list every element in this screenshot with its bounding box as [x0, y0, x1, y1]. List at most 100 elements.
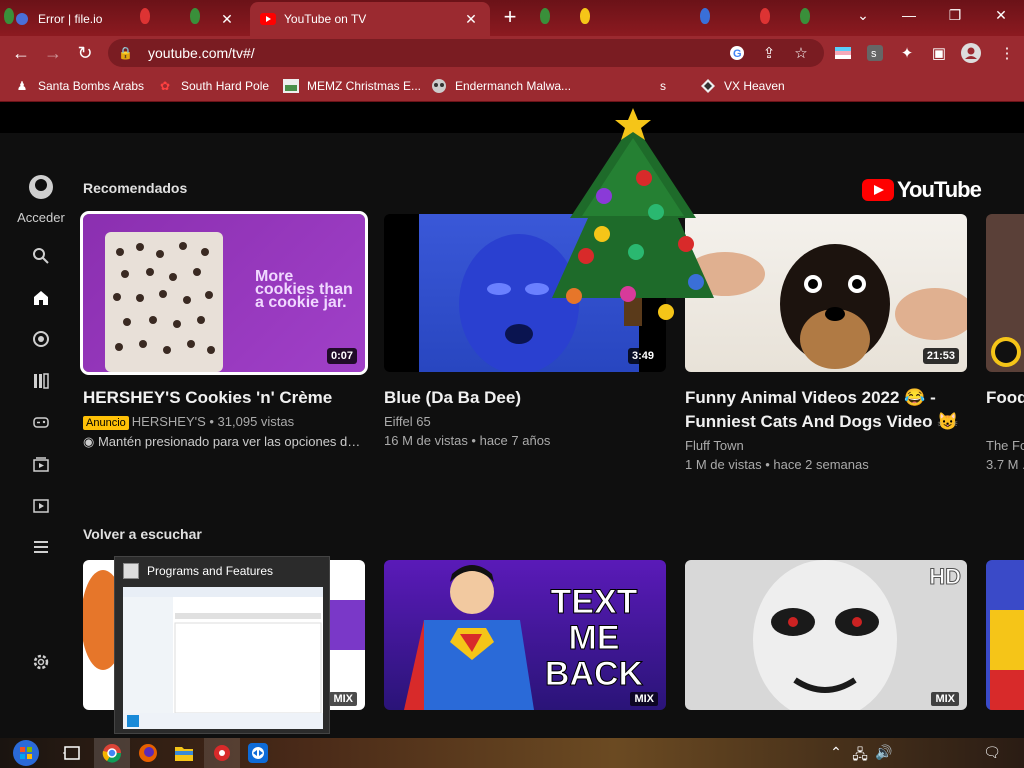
playlist-icon[interactable] [29, 494, 53, 518]
back-icon[interactable]: ← [8, 40, 34, 66]
tab-youtube-tv[interactable]: YouTube on TV ✕ [250, 2, 490, 36]
firefox-icon[interactable] [130, 738, 166, 768]
ad-badge: Anuncio [83, 416, 129, 430]
channel-views: HERSHEY'S • 31,095 vistas [131, 414, 295, 429]
vx-icon [700, 78, 716, 94]
video-thumbnail[interactable]: More cookies than a cookie jar. 0:07 [80, 211, 368, 375]
restore-button[interactable]: ❐ [932, 0, 978, 30]
thumbnail-text: More cookies than a cookie jar. [255, 268, 353, 311]
bookmark-label: South Hard Pole [181, 79, 270, 93]
tab-search-icon[interactable]: ⌄ [840, 0, 886, 30]
bookmark-label: MEMZ Christmas E... [307, 79, 422, 93]
file-explorer-icon[interactable] [166, 738, 202, 768]
mix-thumbnail[interactable] [986, 560, 1024, 710]
image-icon [283, 78, 299, 94]
extensions-puzzle-icon[interactable]: ✦ [896, 42, 918, 64]
menu-icon[interactable] [29, 535, 53, 559]
volume-icon[interactable]: 🔊 [874, 744, 894, 761]
preview-window-image [123, 587, 323, 729]
mix-thumbnail[interactable]: HD MIX [685, 560, 967, 710]
thumbnail-text: TEXT ME BACK [544, 583, 644, 693]
mix-card-text-me-back[interactable]: TEXT ME BACK MIX [384, 560, 666, 710]
tab-strip: Error | file.io ✕ YouTube on TV ✕ + ⌄ — … [0, 0, 1024, 36]
library-icon[interactable] [29, 369, 53, 393]
side-panel-icon[interactable]: ▣ [928, 42, 950, 64]
settings-gear-icon[interactable] [29, 650, 53, 674]
channel-name: The Fo... [986, 438, 1024, 453]
home-icon[interactable] [29, 286, 53, 310]
bookmark-south-hard-pole[interactable]: ✿ South Hard Pole [157, 76, 269, 96]
section-title-listen-again: Volver a escuchar [83, 526, 202, 542]
views-age: 3.7 M ... [986, 457, 1024, 472]
url-text: youtube.com/tv#/ [148, 45, 255, 61]
logo-text: YouTube [897, 177, 982, 202]
close-icon[interactable]: ✕ [462, 11, 480, 28]
start-button[interactable] [8, 738, 44, 768]
page-top-strip [0, 102, 1024, 133]
duration-badge: 0:07 [326, 348, 357, 364]
video-meta: Anuncio HERSHEY'S • 31,095 vistas [83, 414, 365, 430]
extension-s-icon[interactable]: s [864, 42, 886, 64]
chrome-icon[interactable] [94, 738, 130, 768]
bookmark-label: s [660, 79, 666, 93]
programs-features-taskbar-icon[interactable] [204, 738, 240, 768]
video-card-food-school[interactable]: Food Scho... The Fo... 3.7 M ... [986, 214, 1024, 472]
network-icon[interactable]: 🖧 [850, 744, 870, 768]
views-age: 1 M de vistas • hace 2 semanas [685, 457, 869, 472]
browser-toolbar: ← → ↻ 🔒 youtube.com/tv#/ G ⇪ ☆ s ✦ ▣ ⋮ [0, 36, 1024, 69]
channel-name: Eiffel 65 [384, 414, 431, 429]
mix-badge: MIX [931, 692, 959, 706]
bookmarks-bar: ♟ Santa Bombs Arabs ✿ South Hard Pole ME… [0, 69, 1024, 102]
mix-card-3[interactable]: HD MIX [685, 560, 967, 710]
forward-icon[interactable]: → [40, 40, 66, 66]
bookmark-santa-bombs-arabs[interactable]: ♟ Santa Bombs Arabs [14, 76, 144, 96]
youtube-logo: YouTube [862, 177, 982, 203]
minimize-button[interactable]: — [886, 0, 932, 30]
preview-title-text: Programs and Features [147, 564, 274, 578]
hd-label: HD [929, 564, 962, 590]
bookmark-star-icon[interactable]: ☆ [790, 42, 812, 64]
close-window-button[interactable]: ✕ [978, 0, 1024, 30]
reload-icon[interactable]: ↻ [72, 40, 98, 66]
share-icon[interactable]: ⇪ [758, 42, 780, 64]
teamviewer-icon[interactable] [240, 738, 276, 768]
video-thumbnail[interactable]: 21:53 [685, 214, 967, 372]
target-icon[interactable] [29, 327, 53, 351]
kebab-menu-icon[interactable]: ⋮ [996, 42, 1018, 64]
bookmark-memz-christmas[interactable]: MEMZ Christmas E... [283, 76, 421, 96]
mix-card-4[interactable] [986, 560, 1024, 710]
bookmark-vx-heaven[interactable]: VX Heaven [700, 76, 785, 96]
bookmark-endermanch-malware[interactable]: Endermanch Malwa... [431, 76, 571, 96]
cookie-bar-image [105, 232, 223, 372]
bookmark-folder[interactable]: s [660, 76, 666, 96]
tab-file-io[interactable]: Error | file.io ✕ [4, 2, 246, 36]
profile-icon[interactable] [960, 42, 982, 64]
mix-thumbnail[interactable]: TEXT ME BACK MIX [384, 560, 666, 710]
youtube-icon [260, 11, 276, 27]
mix-badge: MIX [630, 692, 658, 706]
programs-features-icon [123, 563, 139, 579]
action-center-icon[interactable]: 🗨 [982, 744, 1002, 761]
google-icon[interactable]: G [726, 42, 748, 64]
file-io-icon [14, 11, 30, 27]
show-hidden-icons-icon[interactable]: ⌃ [826, 744, 846, 761]
extension-flag-icon[interactable] [832, 42, 854, 64]
close-icon[interactable]: ✕ [218, 11, 236, 28]
holiday-light-icon [580, 8, 590, 24]
subscriptions-icon[interactable] [29, 452, 53, 476]
search-icon[interactable] [29, 244, 53, 268]
bookmark-label: Santa Bombs Arabs [38, 79, 145, 93]
task-view-icon[interactable] [54, 738, 90, 768]
new-tab-button[interactable]: + [496, 4, 524, 30]
account-avatar-icon[interactable] [29, 175, 53, 199]
video-thumbnail[interactable] [986, 214, 1024, 372]
gamepad-icon[interactable] [29, 410, 53, 434]
long-press-hint: ◉ Mantén presionado para ver las opcione… [83, 434, 365, 449]
holiday-light-icon [700, 8, 710, 24]
sign-in-label[interactable]: Acceder [0, 210, 82, 225]
address-bar[interactable]: 🔒 youtube.com/tv#/ [108, 39, 824, 67]
bookmark-label: VX Heaven [724, 79, 785, 93]
taskbar-window-preview[interactable]: Programs and Features [114, 556, 330, 734]
video-card-hershey[interactable]: More cookies than a cookie jar. 0:07 HER… [80, 211, 368, 450]
video-card-funny-animals[interactable]: 21:53 Funny Animal Videos 2022 😂 - Funni… [685, 214, 967, 472]
